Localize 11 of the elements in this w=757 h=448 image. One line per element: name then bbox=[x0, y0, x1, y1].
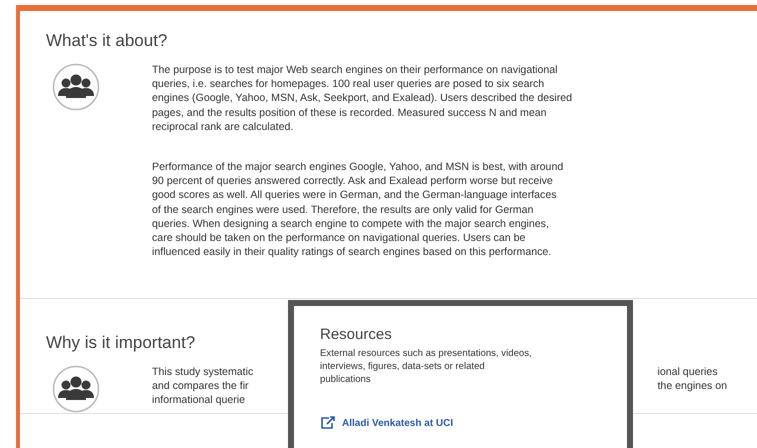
people-icon bbox=[52, 63, 100, 111]
resource-link[interactable]: Alladi Venkatesh at UCI bbox=[320, 416, 454, 430]
paragraph: Performance of the major search engines Google, Yahoo, and MSN is best, with around 90 percent of queries answered correctly. Ask and Exalead perform worse but receive good scores as well. All queries were in German, and the German-language interfaces of the search engines were used. Therefore, the results are only valid for German queries. When designing a search engine to compete with the major search engines, care should be taken on the performance on navigational queries. Users can be influenced easily in their quality ratings of search engines based on this performance. bbox=[152, 160, 564, 260]
section-heading: Why is it important? bbox=[46, 333, 196, 353]
popup-description: External resources such as presentations, videos, interviews, figures, data-sets or related publications bbox=[320, 347, 532, 386]
external-link-icon bbox=[320, 416, 336, 430]
popup-title: Resources bbox=[320, 326, 393, 343]
paragraph: This study systematic and compares the fir informational querie bbox=[152, 365, 254, 408]
paragraph: ional queries the engines on bbox=[657, 365, 727, 394]
section-heading: What's it about? bbox=[46, 31, 168, 51]
paragraph: The purpose is to test major Web search engines on their performance on navigational queries, i.e. searches for homepages. 100 real user queries are posed to six search engines (Google, Yahoo, MSN, Ask, Seekport, and Exalead). Users described the desired pages, and the results position of these is recorded. Measured success N and mean reciprocal rank are calculated. bbox=[152, 63, 572, 134]
